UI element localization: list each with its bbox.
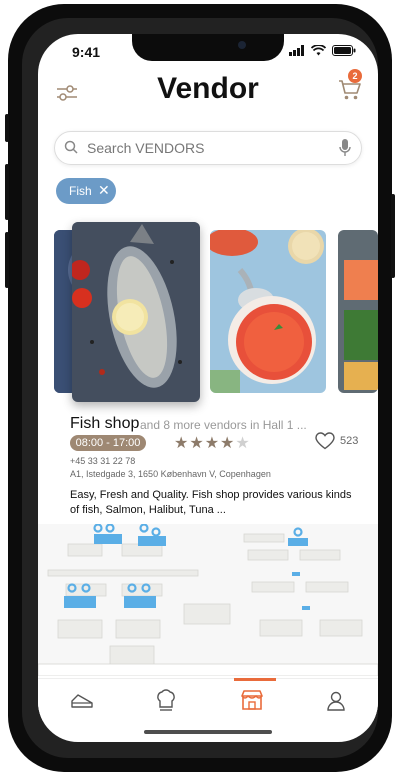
rating-stars: ★★★★★ — [174, 433, 251, 453]
screen: 9:41 Vendor 2 Fish ✕ — [38, 34, 378, 742]
front-camera — [238, 41, 246, 49]
star-empty-icon: ★ — [235, 435, 251, 452]
food-tray-icon — [71, 694, 93, 708]
opening-hours-badge: 08:00 - 17:00 — [70, 435, 146, 451]
mute-switch — [5, 114, 9, 142]
hall-map[interactable] — [38, 524, 378, 676]
notch — [132, 34, 284, 61]
battery-icon — [332, 45, 356, 56]
user-icon — [327, 691, 345, 711]
home-indicator[interactable] — [144, 730, 272, 734]
nav-item-vendors[interactable] — [234, 678, 276, 715]
fish-photo-image — [72, 222, 200, 402]
vendor-name[interactable]: Fish shop — [70, 415, 139, 433]
volume-down-button — [5, 232, 9, 288]
search-icon — [64, 140, 78, 154]
caviar-photo-image — [210, 230, 326, 393]
carousel-card-selected[interactable] — [72, 222, 200, 402]
nav-item-profile[interactable] — [322, 687, 350, 715]
power-button — [391, 194, 395, 278]
cart-icon[interactable] — [338, 79, 362, 101]
carousel-card-next[interactable] — [210, 230, 326, 393]
vendor-phone[interactable]: +45 33 31 22 78 — [70, 456, 135, 466]
like-button[interactable]: 523 — [315, 432, 358, 450]
star-filled-icon: ★ — [189, 435, 205, 452]
filter-chip-fish[interactable]: Fish ✕ — [56, 178, 116, 204]
bottom-nav — [38, 678, 378, 721]
search-input[interactable] — [85, 137, 329, 159]
microphone-icon[interactable] — [339, 138, 351, 158]
filter-chip-label: Fish — [69, 184, 92, 198]
volume-up-button — [5, 164, 9, 220]
nav-item-chef[interactable] — [152, 687, 180, 715]
vendor-address: A1, Istedgade 3, 1650 København V, Copen… — [70, 469, 271, 479]
vendor-more-link[interactable]: and 8 more vendors in Hall 1 ... — [140, 418, 307, 432]
wifi-icon — [311, 45, 326, 56]
heart-icon — [315, 432, 335, 450]
close-icon[interactable]: ✕ — [98, 182, 110, 199]
nav-item-menu[interactable] — [68, 687, 96, 715]
signal-icon — [289, 45, 304, 56]
vendor-description: Easy, Fresh and Quality. Fish shop provi… — [70, 489, 352, 516]
phone-frame: 9:41 Vendor 2 Fish ✕ — [5, 4, 395, 772]
cart-count-badge: 2 — [348, 69, 362, 83]
page-title: Vendor — [157, 72, 259, 105]
status-time: 9:41 — [72, 44, 101, 60]
status-icons — [289, 45, 356, 56]
active-tab-indicator — [234, 678, 276, 681]
store-icon — [241, 690, 263, 710]
like-count: 523 — [340, 435, 359, 447]
star-filled-icon: ★ — [174, 435, 190, 452]
star-filled-icon: ★ — [220, 435, 236, 452]
salmon-photo-image — [338, 230, 378, 393]
star-filled-icon: ★ — [204, 435, 221, 452]
chef-hat-icon — [157, 689, 175, 711]
search-bar[interactable] — [54, 131, 362, 165]
carousel-card-far[interactable] — [338, 230, 378, 393]
